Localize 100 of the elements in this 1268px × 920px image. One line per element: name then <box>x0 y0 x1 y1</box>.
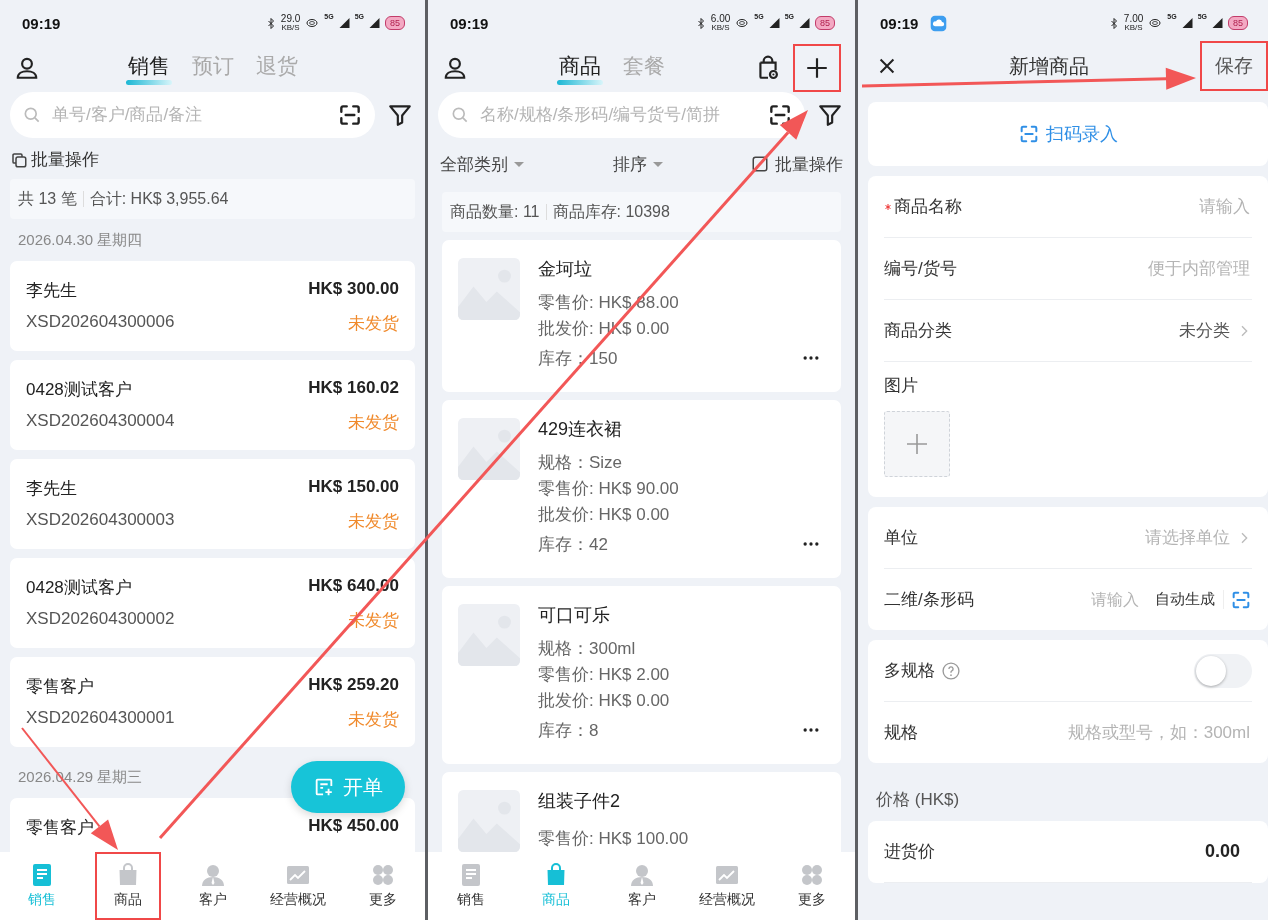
product-detail: 库存：8 <box>538 720 599 742</box>
battery-level: 85 <box>815 16 835 30</box>
field-label: 规格 <box>884 722 918 744</box>
product-detail: 零售价: HK$ 2.00 <box>538 664 670 686</box>
order-amount: HK$ 300.00 <box>308 279 399 300</box>
customer-name: 李先生 <box>26 478 77 500</box>
battery-level: 85 <box>385 16 405 30</box>
category-dropdown[interactable]: 全部类别 <box>440 152 524 176</box>
product-card[interactable]: 可口可乐 规格：300ml 零售价: HK$ 2.00 批发价: HK$ 0.00 库存：8 <box>442 586 841 764</box>
input-field[interactable]: 请输入 <box>1193 195 1252 218</box>
tab[interactable]: 销售 <box>125 52 172 84</box>
nav-tab[interactable]: 商品 <box>94 852 161 920</box>
order-card[interactable]: 李先生 HK$ 300.00 XSD202604300006 未发货 <box>10 261 415 351</box>
signal-icon <box>1211 17 1224 29</box>
clover-icon <box>370 863 395 887</box>
signal-icon <box>798 17 811 29</box>
network-speed: 6.00 <box>710 14 731 24</box>
nav-tab[interactable]: 经营概况 <box>684 852 770 920</box>
product-detail: 零售价: HK$ 100.00 <box>538 828 689 850</box>
product-detail: 库存：150 <box>538 348 618 370</box>
network-speed: 29.0 <box>280 14 301 24</box>
field-label: 二维/条形码 <box>884 589 974 611</box>
speed-unit: KB/S <box>711 24 730 32</box>
product-detail: 批发价: HK$ 0.00 <box>538 504 670 526</box>
input-field[interactable]: 0.00 <box>1198 840 1242 863</box>
batch-action-button[interactable]: 批量操作 <box>751 152 843 176</box>
scan-icon[interactable] <box>767 102 793 128</box>
plus-icon <box>905 432 929 456</box>
field-label: 多规格 <box>884 660 935 682</box>
person-icon <box>201 863 226 887</box>
search-bar[interactable]: 名称/规格/条形码/编号货号/简拼 <box>438 92 805 138</box>
signal-icon <box>368 17 381 29</box>
nav-tab[interactable]: 更多 <box>769 852 855 920</box>
hd-icon <box>1147 17 1164 29</box>
page-title: 新增商品 <box>1009 53 1089 79</box>
product-name: 组装子件2 <box>538 790 620 812</box>
battery-level: 85 <box>1228 16 1248 30</box>
order-amount: HK$ 160.02 <box>308 378 399 399</box>
order-card[interactable]: 李先生 HK$ 150.00 XSD202604300003 未发货 <box>10 459 415 549</box>
scan-icon[interactable] <box>337 102 363 128</box>
sort-dropdown[interactable]: 排序 <box>612 152 663 176</box>
status-time: 09:19 <box>450 14 489 32</box>
order-number: XSD202604300003 <box>26 510 175 531</box>
select-value[interactable]: 未分类 <box>1179 319 1230 342</box>
nav-tab[interactable]: 客户 <box>170 852 256 920</box>
network-speed: 7.00 <box>1123 14 1144 24</box>
order-number: XSD202604300004 <box>26 411 175 432</box>
batch-action-button[interactable]: 批量操作 <box>0 148 109 171</box>
order-card[interactable]: 0428测试客户 HK$ 160.02 XSD202604300004 未发货 <box>10 360 415 450</box>
product-detail: 零售价: HK$ 88.00 <box>538 292 679 314</box>
field-label: 编号/货号 <box>884 258 957 280</box>
input-field[interactable]: 请输入 <box>1085 589 1141 610</box>
summary-text: 商品库存: 10398 <box>552 201 670 222</box>
order-status: 未发货 <box>348 412 399 434</box>
user-icon[interactable] <box>442 55 468 81</box>
product-card[interactable]: 429连衣裙 规格：Size 零售价: HK$ 90.00 批发价: HK$ 0.00 库存：42 <box>442 400 841 578</box>
field-label: 图片 <box>884 375 918 397</box>
product-detail: 库存：42 <box>538 534 608 556</box>
nav-tab[interactable]: 销售 <box>428 852 514 920</box>
section-header: 价格 (HK$) <box>875 788 961 811</box>
add-button[interactable] <box>793 44 841 92</box>
nav-tab[interactable]: 更多 <box>340 852 425 920</box>
product-name: 金坷垃 <box>538 258 592 280</box>
order-amount: HK$ 450.00 <box>308 816 399 837</box>
field-label: 商品分类 <box>884 320 952 342</box>
customer-name: 0428测试客户 <box>26 577 132 599</box>
product-name: 可口可乐 <box>538 604 610 626</box>
order-amount: HK$ 150.00 <box>308 477 399 498</box>
product-name: 429连衣裙 <box>538 418 623 440</box>
input-field[interactable]: 便于内部管理 <box>1142 257 1252 280</box>
product-detail: 零售价: HK$ 90.00 <box>538 478 679 500</box>
customer-name: 零售客户 <box>26 817 94 839</box>
auto-generate-button[interactable]: 自动生成 <box>1147 590 1224 609</box>
product-detail: 批发价: HK$ 0.00 <box>538 690 670 712</box>
nav-tab[interactable]: 经营概况 <box>255 852 341 920</box>
status-time: 09:19 <box>22 14 61 32</box>
plus-icon[interactable] <box>804 55 830 81</box>
scan-entry-button[interactable]: 扫码录入 <box>868 102 1268 166</box>
tab[interactable]: 商品 <box>556 52 603 84</box>
customer-name: 0428测试客户 <box>26 379 132 401</box>
search-icon <box>22 105 42 125</box>
search-bar[interactable]: 单号/客户/商品/备注 <box>10 92 375 138</box>
nav-tab[interactable]: 客户 <box>598 852 685 920</box>
filter-icon[interactable] <box>387 102 413 128</box>
help-icon[interactable] <box>941 660 961 681</box>
filter-icon[interactable] <box>817 102 843 128</box>
toggle-switch[interactable] <box>1194 653 1252 688</box>
image-placeholder-icon <box>458 418 520 480</box>
search-field[interactable]: 名称/规格/条形码/编号货号/简拼 <box>478 104 759 126</box>
image-placeholder-icon <box>458 604 520 666</box>
order-card[interactable]: 零售客户 HK$ 259.20 XSD202604300001 未发货 <box>10 657 415 747</box>
input-field[interactable]: 规格或型号，如：300ml <box>1061 721 1252 744</box>
chart-icon <box>714 863 739 887</box>
product-card[interactable]: 组装子件2 零售价: HK$ 100.00 <box>442 772 841 852</box>
search-field[interactable]: 单号/客户/商品/备注 <box>50 104 329 126</box>
customer-name: 零售客户 <box>26 676 94 698</box>
speed-unit: KB/S <box>1124 24 1143 32</box>
order-card[interactable]: 零售客户 HK$ 450.00 <box>10 798 415 852</box>
save-button[interactable]: 保存 <box>1200 41 1268 91</box>
user-icon[interactable] <box>14 55 40 81</box>
